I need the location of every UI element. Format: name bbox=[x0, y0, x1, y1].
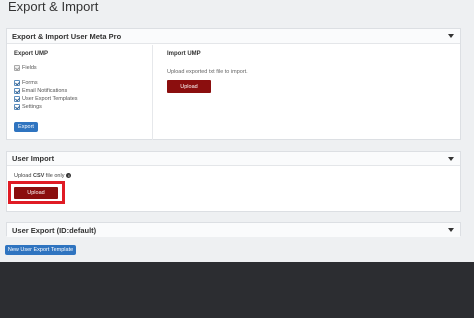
export-import-panel: Export & Import User Meta Pro Export UMP… bbox=[6, 28, 461, 140]
export-option-forms[interactable]: Forms bbox=[14, 80, 38, 86]
export-option-fields[interactable]: Fields bbox=[14, 65, 37, 71]
import-ump-section: Import UMP Upload exported txt file to i… bbox=[154, 45, 460, 140]
export-ump-title: Export UMP bbox=[14, 51, 49, 57]
info-icon[interactable]: i bbox=[66, 173, 72, 179]
export-option-label: Settings bbox=[22, 104, 42, 110]
csv-hint-suffix: file only bbox=[44, 173, 65, 179]
export-option-user-export-templates[interactable]: User Export Templates bbox=[14, 96, 78, 102]
user-import-panel-title: User Import bbox=[12, 154, 55, 163]
export-option-label: Forms bbox=[22, 80, 38, 86]
page-title: Export & Import bbox=[8, 0, 99, 14]
checkbox-user-export-templates[interactable] bbox=[14, 96, 20, 102]
user-export-panel-header[interactable]: User Export (ID:default) bbox=[7, 223, 460, 237]
user-import-panel-header[interactable]: User Import bbox=[7, 152, 460, 166]
export-option-label: User Export Templates bbox=[22, 96, 78, 102]
user-export-panel-title: User Export (ID:default) bbox=[12, 225, 97, 235]
main-content: Export & Import Export & Import User Met… bbox=[0, 0, 474, 262]
footer-area bbox=[0, 262, 474, 318]
upload-csv-button[interactable]: Upload bbox=[14, 187, 58, 199]
export-option-email-notifications[interactable]: Email Notifications bbox=[14, 88, 67, 94]
checkbox-settings[interactable] bbox=[14, 104, 20, 110]
csv-hint-prefix: Upload bbox=[14, 173, 33, 179]
csv-hint: Upload CSV file only i bbox=[14, 173, 72, 179]
import-ump-description: Upload exported txt file to import. bbox=[167, 69, 248, 75]
export-import-panel-header[interactable]: Export & Import User Meta Pro bbox=[7, 29, 460, 44]
checkbox-fields[interactable] bbox=[14, 65, 20, 71]
checkbox-forms[interactable] bbox=[14, 80, 20, 86]
export-import-panel-title: Export & Import User Meta Pro bbox=[12, 31, 122, 41]
export-option-label: Email Notifications bbox=[22, 88, 68, 94]
checkbox-email-notifications[interactable] bbox=[14, 88, 20, 94]
caret-down-icon[interactable] bbox=[448, 228, 454, 232]
export-ump-section: Export UMP Fields Forms Email Notificati… bbox=[7, 45, 153, 140]
upload-ump-button[interactable]: Upload bbox=[167, 80, 211, 93]
user-export-panel: User Export (ID:default) bbox=[6, 222, 461, 237]
import-ump-title: Import UMP bbox=[167, 51, 201, 57]
export-button[interactable]: Export bbox=[14, 122, 38, 132]
caret-down-icon[interactable] bbox=[448, 34, 454, 38]
caret-down-icon[interactable] bbox=[448, 156, 454, 161]
export-option-settings[interactable]: Settings bbox=[14, 104, 42, 110]
export-option-label: Fields bbox=[22, 65, 37, 71]
user-import-panel: User Import Upload CSV file only i Upload bbox=[6, 151, 461, 212]
csv-hint-format: CSV bbox=[32, 173, 45, 179]
new-user-export-template-button[interactable]: New User Export Template bbox=[5, 245, 76, 255]
